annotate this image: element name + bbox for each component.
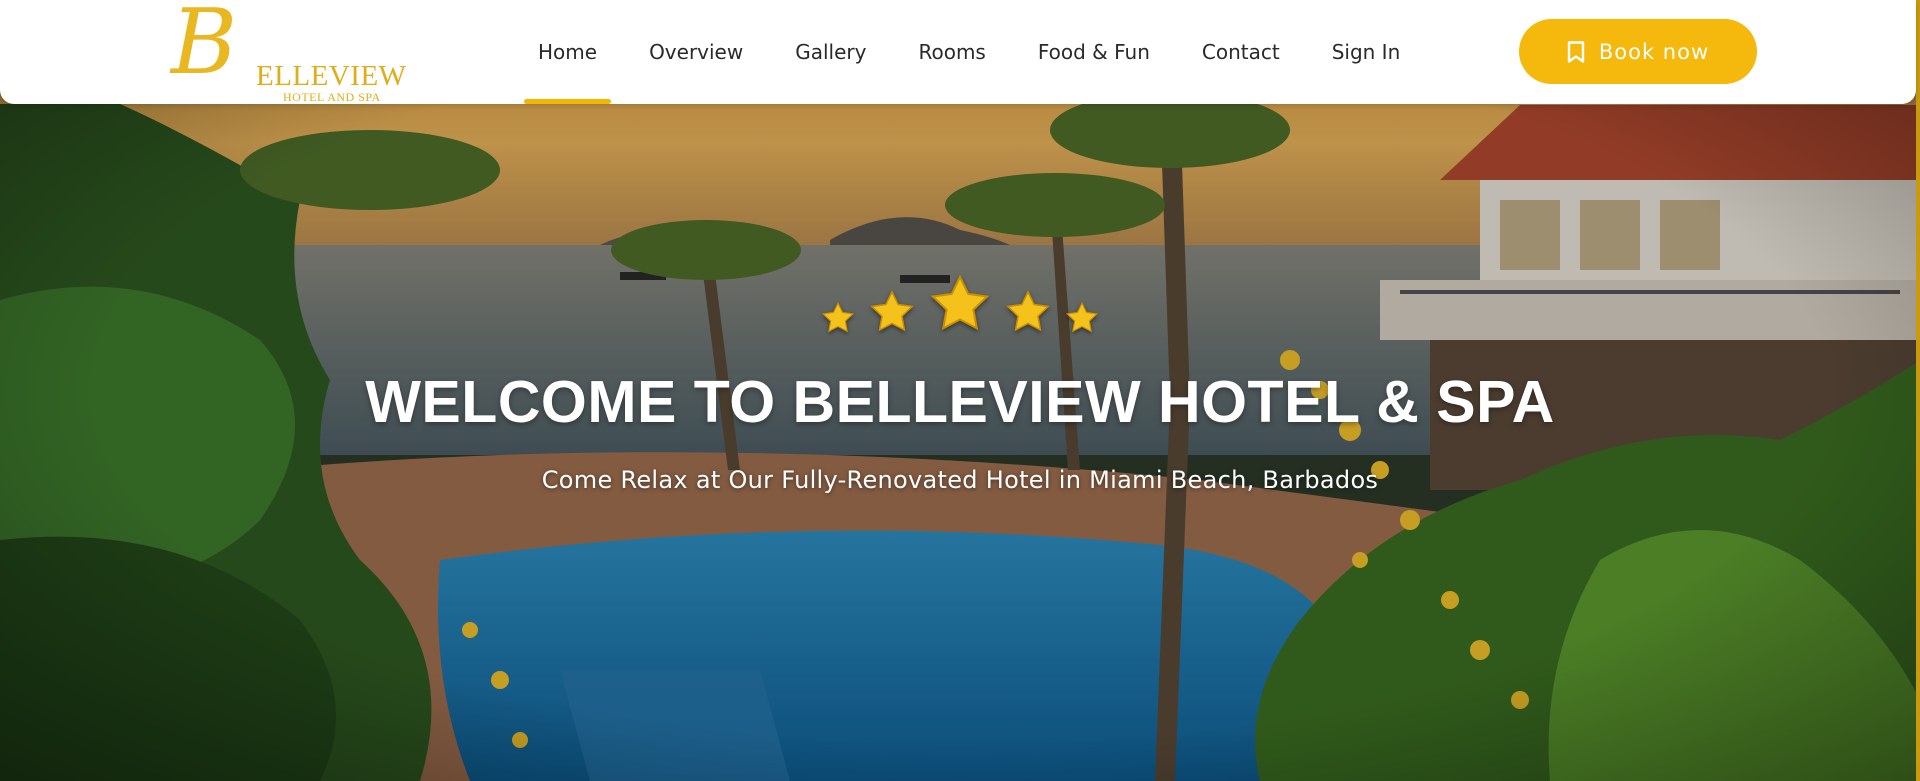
book-now-button[interactable]: Book now [1519,19,1757,84]
nav-item-gallery[interactable]: Gallery [769,0,892,104]
hero-section: WELCOME TO BELLEVIEW HOTEL & SPA Come Re… [0,0,1920,781]
bookmark-icon [1567,40,1585,63]
nav-item-sign-in[interactable]: Sign In [1306,0,1427,104]
main-nav: Home Overview Gallery Rooms Food & Fun C… [512,0,1426,104]
logo-tagline: HOTEL AND SPA [283,90,381,104]
star-rating [0,265,1920,335]
star-icon [1065,301,1099,333]
star-icon [821,301,855,333]
nav-item-food-fun[interactable]: Food & Fun [1012,0,1176,104]
star-icon [1006,290,1050,332]
star-icon [870,290,914,332]
logo-letter: B [171,0,238,95]
nav-item-home[interactable]: Home [512,0,623,104]
nav-item-contact[interactable]: Contact [1176,0,1306,104]
hero-title: WELCOME TO BELLEVIEW HOTEL & SPA [365,369,1555,435]
nav-item-overview[interactable]: Overview [623,0,769,104]
book-now-label: Book now [1598,39,1710,64]
star-icon [930,274,990,331]
hero-content: WELCOME TO BELLEVIEW HOTEL & SPA Come Re… [0,265,1920,494]
site-header: B ELLEVIEW HOTEL AND SPA Home Overview G… [0,0,1916,104]
site-logo[interactable]: B ELLEVIEW HOTEL AND SPA [163,0,406,104]
page-edge [1916,0,1920,781]
hero-subtitle: Come Relax at Our Fully-Renovated Hotel … [541,466,1379,494]
nav-item-rooms[interactable]: Rooms [892,0,1011,104]
logo-name: ELLEVIEW [256,60,407,92]
